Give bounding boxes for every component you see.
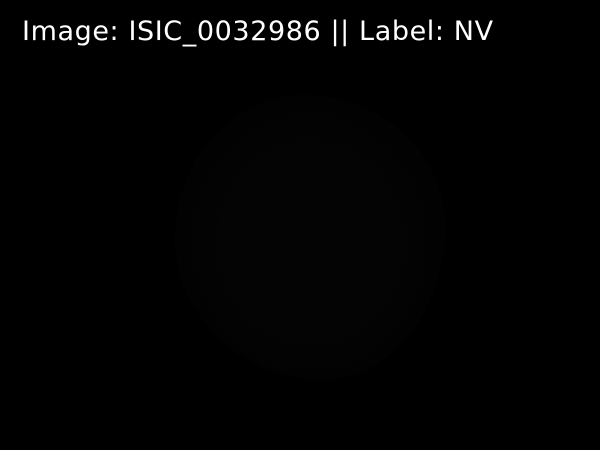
lesion-image [175, 95, 445, 380]
image-caption: Image: ISIC_0032986 || Label: NV [22, 16, 494, 47]
image-frame: Image: ISIC_0032986 || Label: NV [0, 0, 600, 450]
